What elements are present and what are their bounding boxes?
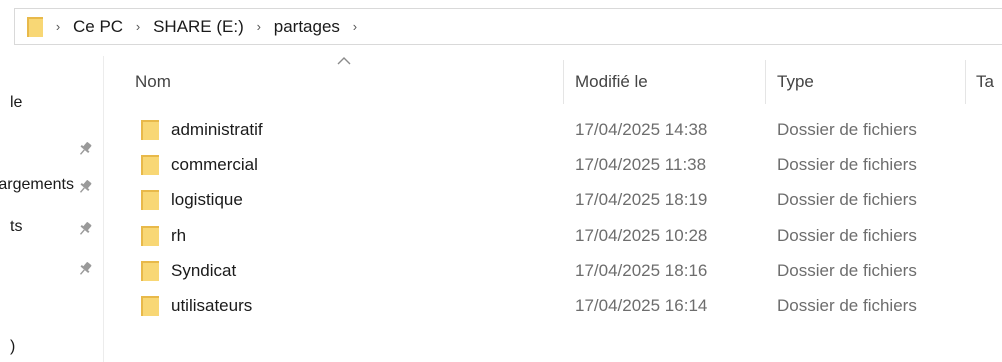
table-row[interactable]: utilisateurs 17/04/2025 16:14 Dossier de…: [128, 288, 1002, 323]
file-name: administratif: [171, 120, 263, 139]
column-header-name[interactable]: Nom: [135, 60, 563, 104]
file-name: logistique: [171, 190, 243, 209]
column-header-label: Modifié le: [575, 72, 648, 91]
column-header-type[interactable]: Type: [777, 60, 965, 104]
table-row[interactable]: logistique 17/04/2025 18:19 Dossier de f…: [128, 182, 1002, 217]
file-name: utilisateurs: [171, 296, 253, 315]
pin-icon[interactable]: [76, 260, 94, 278]
nav-item[interactable]: le: [0, 94, 100, 118]
file-type: Dossier de fichiers: [777, 155, 917, 174]
file-name: rh: [171, 226, 187, 245]
pin-icon[interactable]: [76, 220, 94, 238]
chevron-right-icon[interactable]: ›: [344, 19, 366, 34]
column-resize-handle[interactable]: [965, 60, 966, 104]
folder-icon: [141, 155, 159, 175]
column-header-label: Type: [777, 72, 814, 91]
file-type: Dossier de fichiers: [777, 296, 917, 315]
file-type: Dossier de fichiers: [777, 120, 917, 139]
pin-icon[interactable]: [76, 178, 94, 196]
folder-icon: [23, 15, 47, 39]
nav-item[interactable]: ): [0, 338, 100, 362]
file-type: Dossier de fichiers: [777, 261, 917, 280]
column-header-modified[interactable]: Modifié le: [575, 60, 765, 104]
nav-item[interactable]: éléchargements: [0, 176, 100, 200]
table-row[interactable]: commercial 17/04/2025 11:38 Dossier de f…: [128, 147, 1002, 182]
file-modified: 17/04/2025 10:28: [575, 226, 708, 245]
file-type: Dossier de fichiers: [777, 226, 917, 245]
chevron-right-icon[interactable]: ›: [47, 19, 69, 34]
column-resize-handle[interactable]: [765, 60, 766, 104]
column-resize-handle[interactable]: [563, 60, 564, 104]
table-row[interactable]: administratif 17/04/2025 14:38 Dossier d…: [128, 112, 1002, 147]
navigation-pane: le éléchargements ts: [0, 56, 103, 362]
file-name: commercial: [171, 155, 258, 174]
breadcrumb-share-drive[interactable]: SHARE (E:): [149, 17, 248, 37]
nav-item[interactable]: [0, 138, 100, 162]
pin-icon[interactable]: [76, 140, 94, 158]
breadcrumb-ce-pc[interactable]: Ce PC: [69, 17, 127, 37]
nav-item-label: le: [10, 94, 23, 111]
folder-icon: [141, 226, 159, 246]
file-modified: 17/04/2025 18:19: [575, 190, 708, 209]
chevron-right-icon[interactable]: ›: [127, 19, 149, 34]
nav-item-label: ): [10, 338, 16, 355]
file-modified: 17/04/2025 11:38: [575, 155, 707, 174]
column-header-label: Nom: [135, 72, 171, 91]
column-header-size[interactable]: Ta: [976, 60, 1002, 104]
nav-item-label: ts: [10, 218, 23, 235]
pane-divider[interactable]: [103, 56, 104, 362]
table-row[interactable]: Syndicat 17/04/2025 18:16 Dossier de fic…: [128, 253, 1002, 288]
nav-item-label: éléchargements: [0, 176, 74, 193]
file-name: Syndicat: [171, 261, 237, 280]
column-header-label: Ta: [976, 72, 994, 91]
file-modified: 17/04/2025 18:16: [575, 261, 708, 280]
file-type: Dossier de fichiers: [777, 190, 917, 209]
table-row[interactable]: rh 17/04/2025 10:28 Dossier de fichiers: [128, 218, 1002, 253]
breadcrumb-partages[interactable]: partages: [270, 17, 344, 37]
folder-icon: [141, 190, 159, 210]
folder-icon: [141, 261, 159, 281]
folder-icon: [141, 296, 159, 316]
address-bar[interactable]: › Ce PC › SHARE (E:) › partages ›: [14, 8, 1002, 45]
nav-item[interactable]: [0, 258, 100, 282]
chevron-right-icon[interactable]: ›: [248, 19, 270, 34]
folder-icon: [141, 120, 159, 140]
file-explorer-window: › Ce PC › SHARE (E:) › partages › le élé…: [0, 0, 1002, 362]
nav-item[interactable]: ts: [0, 218, 100, 242]
file-modified: 17/04/2025 14:38: [575, 120, 708, 139]
file-modified: 17/04/2025 16:14: [575, 296, 708, 315]
